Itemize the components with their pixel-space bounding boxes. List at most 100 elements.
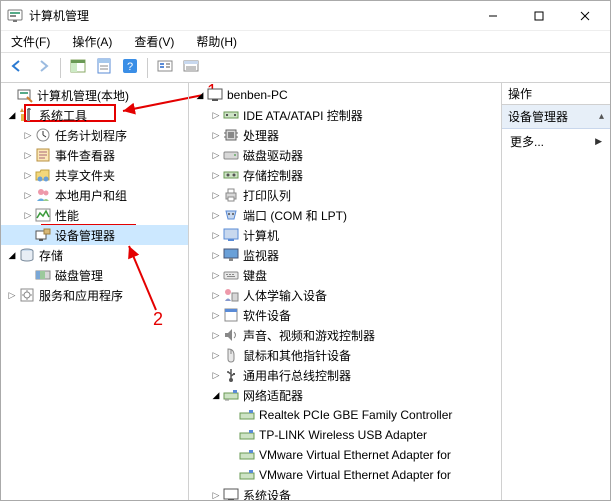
- chevron-right-icon: ▶: [595, 136, 602, 147]
- chevron-right-icon[interactable]: ▷: [5, 288, 19, 302]
- device-storage-controller[interactable]: ▷ 存储控制器: [189, 165, 501, 185]
- device-nic-vmware1[interactable]: ▷ VMware Virtual Ethernet Adapter for: [189, 445, 501, 465]
- show-hide-tree-button[interactable]: [66, 56, 90, 80]
- device-monitor[interactable]: ▷ 监视器: [189, 245, 501, 265]
- chevron-right-icon[interactable]: ▷: [209, 128, 223, 142]
- software-device-icon: [223, 307, 239, 323]
- toolbar: ?: [1, 53, 610, 83]
- tree-storage[interactable]: ◢ 存储: [1, 245, 188, 265]
- chevron-down-icon[interactable]: ◢: [5, 108, 19, 122]
- device-system-devices[interactable]: ▷ 系统设备: [189, 485, 501, 500]
- close-button[interactable]: [562, 1, 608, 31]
- services-icon: [19, 287, 35, 303]
- chevron-right-icon[interactable]: ▷: [209, 268, 223, 282]
- chevron-right-icon[interactable]: ▷: [21, 188, 35, 202]
- view-resources-button[interactable]: [179, 56, 203, 80]
- device-disk-drive[interactable]: ▷ 磁盘驱动器: [189, 145, 501, 165]
- help-icon: ?: [122, 58, 138, 77]
- device-label: 端口 (COM 和 LPT): [243, 207, 347, 224]
- device-label: 处理器: [243, 127, 279, 144]
- task-scheduler-icon: [35, 127, 51, 143]
- nic-icon: [239, 407, 255, 423]
- menu-help[interactable]: 帮助(H): [192, 31, 241, 52]
- tree-label: 计算机管理(本地): [37, 87, 129, 104]
- tree-disk-management[interactable]: ▷ 磁盘管理: [1, 265, 188, 285]
- device-ide[interactable]: ▷ IDE ATA/ATAPI 控制器: [189, 105, 501, 125]
- chevron-right-icon[interactable]: ▷: [209, 308, 223, 322]
- tree-root-computer-management[interactable]: ▶ 计算机管理(本地): [1, 85, 188, 105]
- app-icon: [7, 8, 23, 24]
- local-users-icon: [35, 187, 51, 203]
- device-mouse[interactable]: ▷ 鼠标和其他指针设备: [189, 345, 501, 365]
- chevron-right-icon[interactable]: ▷: [21, 208, 35, 222]
- forward-button[interactable]: [31, 56, 55, 80]
- device-root[interactable]: ◢ benben-PC: [189, 85, 501, 105]
- chevron-right-icon[interactable]: ▷: [209, 188, 223, 202]
- help-button[interactable]: ?: [118, 56, 142, 80]
- storage-icon: [19, 247, 35, 263]
- tree-task-scheduler[interactable]: ▷ 任务计划程序: [1, 125, 188, 145]
- svg-text:?: ?: [127, 61, 133, 73]
- chevron-right-icon[interactable]: ▷: [209, 368, 223, 382]
- device-computer[interactable]: ▷ 计算机: [189, 225, 501, 245]
- console-tree-pane[interactable]: ▶ 计算机管理(本地) ◢ 系统工具 ▷ 任务计划程序 ▷ 事件查看器 ▷ 共享…: [1, 83, 189, 500]
- tree-performance[interactable]: ▷ 性能: [1, 205, 188, 225]
- tree-label: 系统工具: [39, 107, 87, 124]
- device-software[interactable]: ▷ 软件设备: [189, 305, 501, 325]
- chevron-right-icon[interactable]: ▷: [209, 488, 223, 500]
- computer-icon: [207, 87, 223, 103]
- chevron-right-icon[interactable]: ▷: [21, 168, 35, 182]
- chevron-right-icon[interactable]: ▷: [209, 328, 223, 342]
- device-nic-tplink[interactable]: ▷ TP-LINK Wireless USB Adapter: [189, 425, 501, 445]
- toolbar-separator: [60, 58, 61, 78]
- monitor-icon: [223, 247, 239, 263]
- chevron-right-icon[interactable]: ▷: [209, 168, 223, 182]
- chevron-down-icon[interactable]: ◢: [5, 248, 19, 262]
- actions-more[interactable]: 更多... ▶: [502, 129, 610, 154]
- device-hid[interactable]: ▷ 人体学输入设备: [189, 285, 501, 305]
- device-nic-realtek[interactable]: ▷ Realtek PCIe GBE Family Controller: [189, 405, 501, 425]
- tree-device-manager[interactable]: ▷ 设备管理器: [1, 225, 188, 245]
- hid-icon: [223, 287, 239, 303]
- maximize-button[interactable]: [516, 1, 562, 31]
- mouse-icon: [223, 347, 239, 363]
- device-usb-controller[interactable]: ▷ 通用串行总线控制器: [189, 365, 501, 385]
- tree-services-apps[interactable]: ▷ 服务和应用程序: [1, 285, 188, 305]
- device-sound[interactable]: ▷ 声音、视频和游戏控制器: [189, 325, 501, 345]
- chevron-right-icon[interactable]: ▷: [209, 208, 223, 222]
- device-print-queue[interactable]: ▷ 打印队列: [189, 185, 501, 205]
- device-nic-vmware2[interactable]: ▷ VMware Virtual Ethernet Adapter for: [189, 465, 501, 485]
- tree-event-viewer[interactable]: ▷ 事件查看器: [1, 145, 188, 165]
- actions-section-title[interactable]: 设备管理器 ▴: [502, 105, 610, 129]
- chevron-right-icon[interactable]: ▷: [209, 228, 223, 242]
- properties-button[interactable]: [92, 56, 116, 80]
- device-keyboard[interactable]: ▷ 键盘: [189, 265, 501, 285]
- menu-action[interactable]: 操作(A): [68, 31, 116, 52]
- menu-file[interactable]: 文件(F): [7, 31, 54, 52]
- system-device-icon: [223, 487, 239, 500]
- chevron-right-icon[interactable]: ▷: [21, 148, 35, 162]
- view-devices-button[interactable]: [153, 56, 177, 80]
- minimize-button[interactable]: [470, 1, 516, 31]
- chevron-right-icon[interactable]: ▷: [209, 248, 223, 262]
- device-cpu[interactable]: ▷ 处理器: [189, 125, 501, 145]
- tree-shared-folders[interactable]: ▷ 共享文件夹: [1, 165, 188, 185]
- chevron-right-icon[interactable]: ▷: [209, 288, 223, 302]
- device-ports[interactable]: ▷ 端口 (COM 和 LPT): [189, 205, 501, 225]
- back-button[interactable]: [5, 56, 29, 80]
- tree-label: 本地用户和组: [55, 187, 127, 204]
- chevron-right-icon[interactable]: ▷: [209, 108, 223, 122]
- device-tree-pane[interactable]: ◢ benben-PC ▷ IDE ATA/ATAPI 控制器 ▷ 处理器 ▷ …: [189, 83, 502, 500]
- device-label: IDE ATA/ATAPI 控制器: [243, 107, 363, 124]
- menu-view[interactable]: 查看(V): [130, 31, 178, 52]
- tree-label: 性能: [55, 207, 79, 224]
- tree-local-users[interactable]: ▷ 本地用户和组: [1, 185, 188, 205]
- chevron-right-icon[interactable]: ▷: [209, 148, 223, 162]
- chevron-down-icon[interactable]: ◢: [209, 388, 223, 402]
- device-network-adapters[interactable]: ◢ 网络适配器: [189, 385, 501, 405]
- chevron-right-icon[interactable]: ▷: [21, 128, 35, 142]
- tree-system-tools[interactable]: ◢ 系统工具: [1, 105, 188, 125]
- device-label: benben-PC: [227, 88, 288, 102]
- chevron-down-icon[interactable]: ◢: [193, 88, 207, 102]
- chevron-right-icon[interactable]: ▷: [209, 348, 223, 362]
